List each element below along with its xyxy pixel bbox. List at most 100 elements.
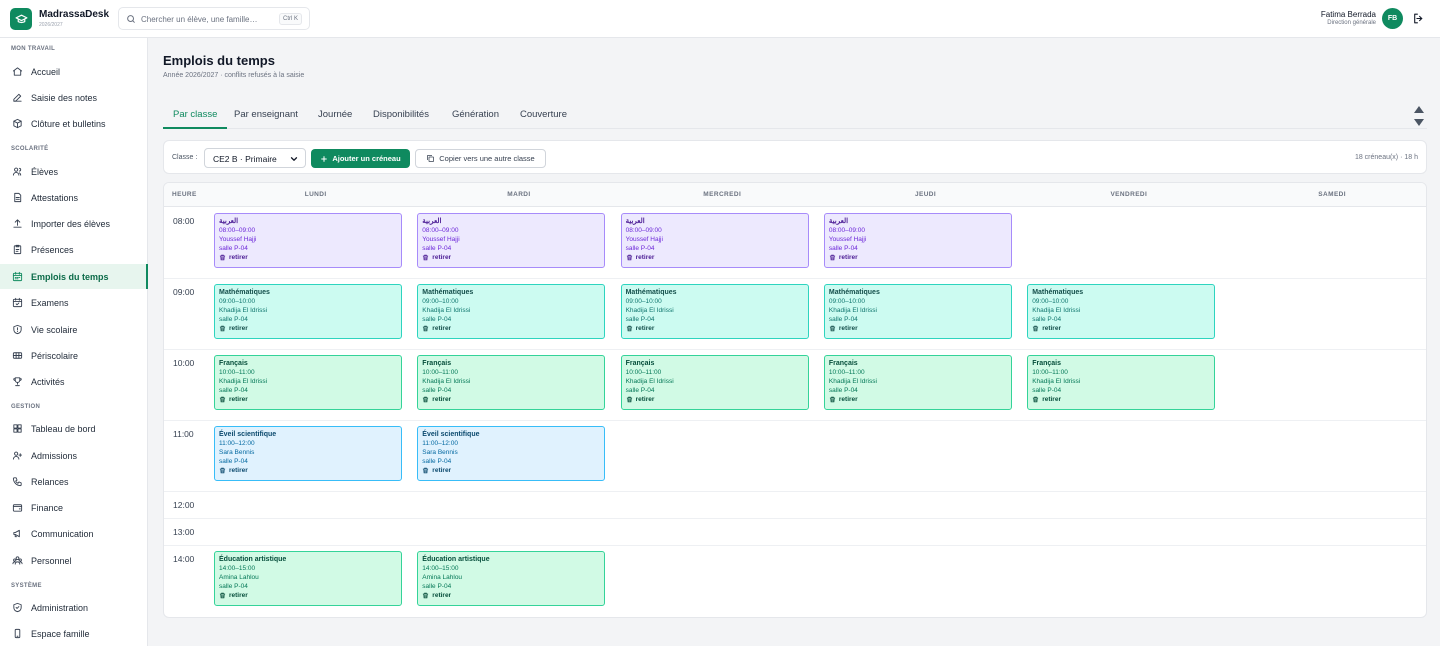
timetable-slot[interactable]: العربية 08:00–09:00 Youssef Hajji salle P-0… — [214, 213, 402, 268]
timetable-slot[interactable]: Éveil scientifique 11:00–12:00 Sara Bennis… — [417, 426, 606, 481]
logout-icon[interactable] — [1412, 12, 1425, 25]
sidebar-item-label: Finance — [31, 502, 64, 513]
slot-room: salle P-04 — [422, 583, 452, 590]
user-role: Direction générale — [1327, 20, 1376, 26]
timetable-slot[interactable]: Mathématiques 09:00–10:00 Khadija El Idris… — [823, 284, 1012, 339]
day-column-header: MERCREDI — [703, 191, 742, 198]
timetable-slot[interactable]: Français 10:00–11:00 Khadija El Idrissi sal… — [214, 355, 402, 410]
sidebar-item[interactable]: Communication — [0, 521, 148, 546]
remove-slot-label: retirer — [229, 396, 248, 403]
tab[interactable]: Disponibilités — [373, 104, 429, 129]
remove-slot-button[interactable]: retirer — [219, 466, 397, 475]
avatar[interactable]: FB — [1382, 8, 1403, 29]
timetable-slot[interactable]: Mathématiques 09:00–10:00 Khadija El Idris… — [214, 284, 402, 339]
add-slot-button[interactable]: Ajouter un créneau — [311, 149, 410, 168]
class-select[interactable]: CE2 B · Primaire — [204, 148, 306, 168]
timetable-slot[interactable]: Mathématiques 09:00–10:00 Khadija El Idris… — [1027, 284, 1216, 339]
sidebar-item[interactable]: Admissions — [0, 443, 148, 468]
remove-slot-button[interactable]: retirer — [422, 324, 600, 333]
timetable-slot[interactable]: Mathématiques 09:00–10:00 Khadija El Idris… — [417, 284, 606, 339]
tab[interactable]: Couverture — [520, 104, 567, 129]
timetable-slot[interactable]: Français 10:00–11:00 Khadija El Idrissi sal… — [823, 355, 1012, 410]
timetable-slot[interactable]: Éveil scientifique 11:00–12:00 Sara Bennis… — [214, 426, 402, 481]
slot-room: salle P-04 — [219, 245, 248, 252]
sidebar-item-label: Communication — [31, 528, 94, 539]
sidebar-item-label: Emplois du temps — [31, 271, 109, 282]
grid-header: HEURE LUNDI MARDI MERCREDI JEUDI VENDREDI SAM… — [164, 183, 1426, 207]
sidebar-item[interactable]: Importer des élèves — [0, 211, 148, 236]
sidebar-item[interactable]: Clôture et bulletins — [0, 111, 148, 136]
sidebar-item[interactable]: Attestations — [0, 185, 148, 210]
remove-slot-button[interactable]: retirer — [422, 466, 600, 475]
slot-room: salle P-04 — [828, 316, 858, 323]
trash-icon — [423, 467, 429, 474]
remove-slot-button[interactable]: retirer — [219, 253, 397, 262]
sidebar-item[interactable]: Activités — [0, 369, 148, 394]
copy-to-class-button[interactable]: Copier vers une autre classe — [415, 149, 546, 168]
sidebar-item[interactable]: Administration — [0, 595, 148, 620]
trash-icon — [1032, 325, 1039, 332]
remove-slot-button[interactable]: retirer — [829, 324, 1007, 333]
sidebar-item[interactable]: Espace famille — [0, 621, 148, 646]
sidebar-item[interactable]: Périscolaire — [0, 343, 148, 368]
remove-slot-button[interactable]: retirer — [829, 253, 1007, 262]
shield-icon — [13, 324, 22, 335]
timetable-slot[interactable]: Français 10:00–11:00 Khadija El Idrissi sal… — [417, 355, 606, 410]
sidebar-item[interactable]: Vie scolaire — [0, 317, 148, 342]
remove-slot-button[interactable]: retirer — [829, 395, 1007, 404]
tab[interactable]: Génération — [452, 104, 499, 129]
remove-slot-button[interactable]: retirer — [626, 253, 804, 262]
ticket-icon — [12, 352, 23, 359]
remove-slot-button[interactable]: retirer — [1032, 395, 1210, 404]
timetable-slot[interactable]: العربية 08:00–09:00 Youssef Hajji salle P-0… — [417, 213, 606, 268]
slot-room: salle P-04 — [422, 387, 452, 394]
global-search[interactable]: Chercher un élève, une famille… Ctrl K — [118, 7, 310, 30]
timetable-slot[interactable]: Mathématiques 09:00–10:00 Khadija El Idris… — [620, 284, 809, 339]
sidebar-item-label: Personnel — [31, 555, 72, 566]
slot-time: 14:00–15:00 — [219, 565, 256, 572]
sidebar-item[interactable]: Tableau de bord — [0, 416, 148, 441]
sidebar-item[interactable]: Présences — [0, 237, 148, 262]
timetable-slot[interactable]: Français 10:00–11:00 Khadija El Idrissi sal… — [1027, 355, 1216, 410]
sidebar-item[interactable]: Saisie des notes — [0, 85, 148, 110]
graduation-cap-icon — [14, 14, 28, 23]
slot-time: 14:00–15:00 — [422, 565, 459, 572]
pencil-icon — [13, 93, 22, 102]
sidebar-item[interactable]: Accueil — [0, 59, 148, 84]
timetable-slot[interactable]: العربية 08:00–09:00 Youssef Hajji salle P-0… — [620, 213, 809, 268]
hour-label: 11:00 — [173, 429, 194, 439]
sidebar-item[interactable]: Relances — [0, 469, 148, 494]
trash-icon — [829, 396, 836, 403]
tab[interactable]: Par enseignant — [234, 104, 298, 129]
remove-slot-button[interactable]: retirer — [422, 591, 600, 600]
sidebar-item[interactable]: Emplois du temps — [0, 264, 148, 289]
slot-time: 08:00–09:00 — [219, 227, 256, 234]
slot-teacher: Khadija El Idrissi — [625, 378, 674, 385]
sidebar-item[interactable]: Personnel — [0, 548, 148, 573]
tab[interactable]: Journée — [318, 104, 352, 129]
remove-slot-button[interactable]: retirer — [219, 591, 397, 600]
sidebar-item[interactable]: Finance — [0, 495, 148, 520]
remove-slot-button[interactable]: retirer — [626, 324, 804, 333]
remove-slot-button[interactable]: retirer — [422, 253, 600, 262]
slot-room: salle P-04 — [219, 458, 248, 465]
remove-slot-button[interactable]: retirer — [422, 395, 600, 404]
remove-slot-button[interactable]: retirer — [1032, 324, 1210, 333]
timetable-slot[interactable]: Français 10:00–11:00 Khadija El Idrissi sal… — [620, 355, 809, 410]
timetable-slot[interactable]: Éducation artistique 14:00–15:00 Amina Lah… — [214, 551, 402, 606]
app-logo[interactable] — [10, 8, 32, 30]
sidebar-item[interactable]: Élèves — [0, 159, 148, 184]
scroll-up-icon[interactable] — [1413, 105, 1425, 115]
scroll-down-icon[interactable] — [1413, 117, 1425, 127]
sidebar-item-label: Attestations — [31, 192, 79, 203]
slot-subject: Mathématiques — [219, 289, 270, 296]
remove-slot-button[interactable]: retirer — [219, 324, 397, 333]
remove-slot-button[interactable]: retirer — [626, 395, 804, 404]
phone-icon — [12, 477, 22, 487]
timetable-slot[interactable]: العربية 08:00–09:00 Youssef Hajji salle P-0… — [823, 213, 1012, 268]
remove-slot-button[interactable]: retirer — [219, 395, 397, 404]
document-icon — [14, 192, 22, 203]
timetable-slot[interactable]: Éducation artistique 14:00–15:00 Amina Lah… — [417, 551, 606, 606]
tab[interactable]: Par classe — [163, 104, 228, 129]
sidebar-item[interactable]: Examens — [0, 290, 148, 315]
